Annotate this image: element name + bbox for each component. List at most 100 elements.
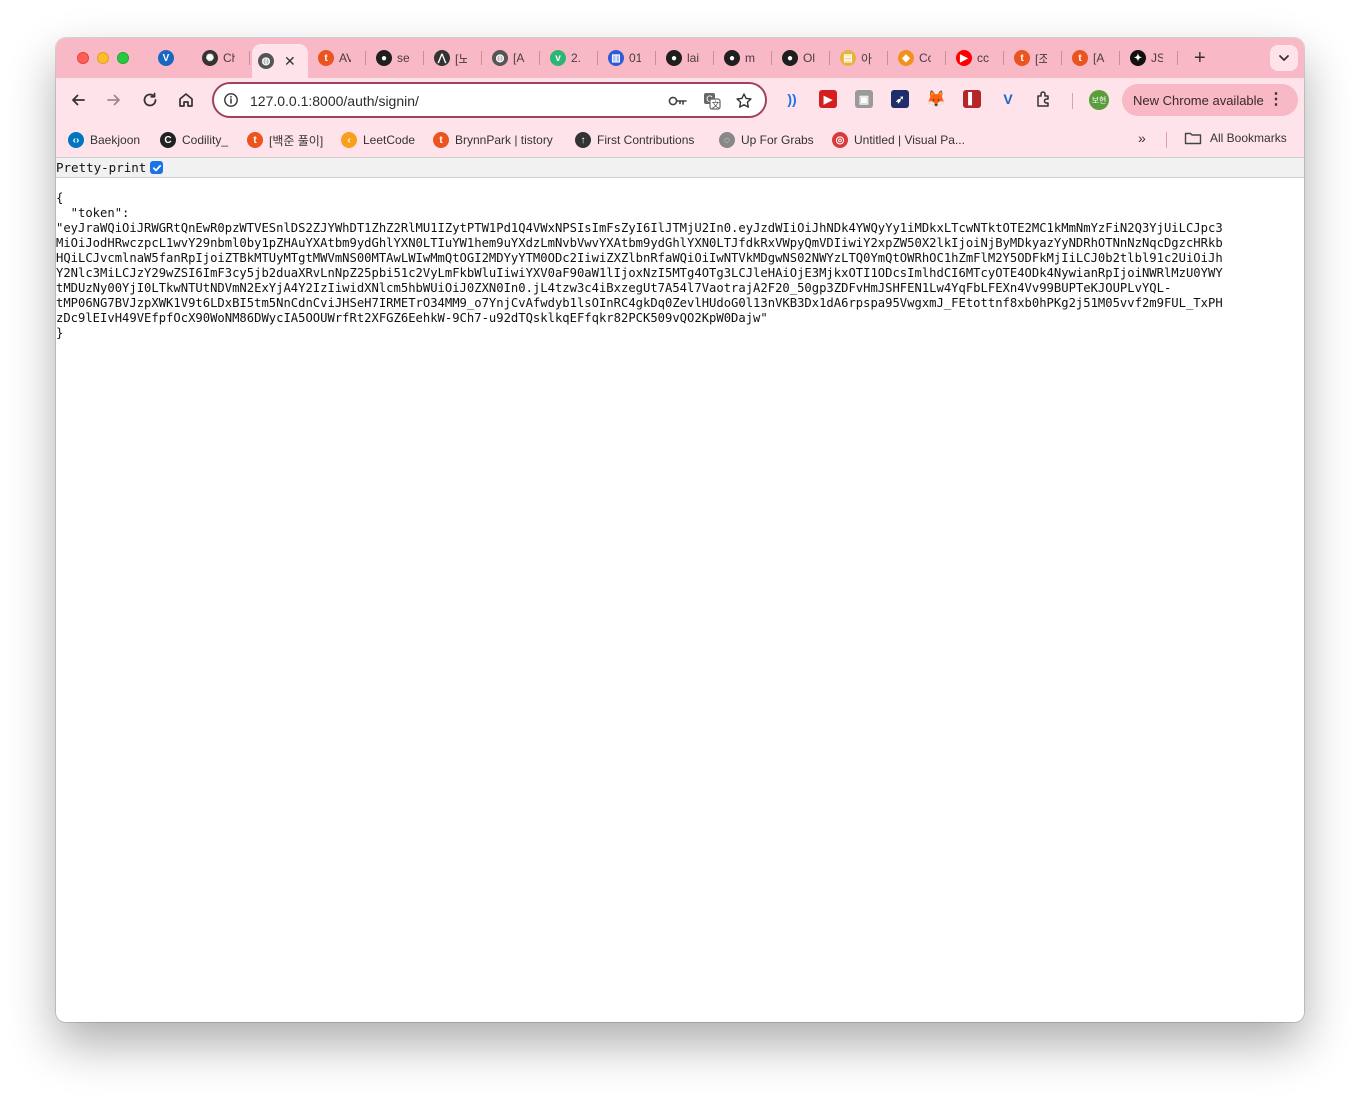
tab-title: se bbox=[397, 51, 409, 65]
close-tab-icon[interactable]: ✕ bbox=[284, 54, 296, 68]
svg-text:文: 文 bbox=[712, 99, 720, 109]
tistory-icon: t bbox=[318, 50, 334, 66]
new-chrome-available-button[interactable]: New Chrome available ⋮ bbox=[1122, 84, 1298, 116]
all-bookmarks-button[interactable]: All Bookmarks bbox=[1184, 131, 1287, 145]
home-button[interactable] bbox=[174, 88, 198, 112]
forward-button[interactable] bbox=[102, 88, 126, 112]
profile-card-extension-icon[interactable]: ▣ bbox=[855, 90, 873, 108]
json-line: } bbox=[56, 326, 64, 340]
bookmarks-bar: ‹› Baekjoon C Codility_ t [백준 풀이] ‹ LeetCode t Br… bbox=[56, 122, 1304, 158]
baekjoon-icon: ‹› bbox=[68, 132, 84, 148]
arrow-right-icon bbox=[107, 94, 120, 106]
minimize-window-button[interactable] bbox=[97, 52, 109, 64]
new-tab-button[interactable]: + bbox=[1194, 48, 1206, 68]
tab-separator bbox=[597, 51, 598, 65]
bookmark-item[interactable]: ‹› Baekjoon bbox=[68, 131, 140, 149]
bookmark-star-icon[interactable] bbox=[734, 91, 754, 111]
back-button[interactable] bbox=[66, 88, 90, 112]
translate-icon[interactable]: G文 bbox=[702, 91, 722, 111]
close-window-button[interactable] bbox=[77, 52, 89, 64]
site-info-icon[interactable] bbox=[223, 92, 239, 113]
tab-separator bbox=[945, 51, 946, 65]
tab[interactable]: ▥ 01 bbox=[602, 46, 656, 70]
bookmark-label: Untitled | Visual Pa... bbox=[854, 133, 965, 147]
profile-avatar[interactable]: 보현 bbox=[1089, 90, 1109, 110]
tab-separator bbox=[887, 51, 888, 65]
youtube-extension-icon[interactable]: ▶ bbox=[819, 90, 837, 108]
tab-separator bbox=[655, 51, 656, 65]
reload-button[interactable] bbox=[138, 88, 162, 112]
password-key-icon[interactable] bbox=[668, 91, 688, 111]
rocket-extension-icon[interactable]: ➶ bbox=[891, 90, 909, 108]
json-line: "token": bbox=[56, 206, 130, 220]
tistory-icon: t bbox=[433, 132, 449, 148]
browser-window: V✺Ch◍✕tAV●se⋀[노◍[Av2.▥01●lai●m●Ol▤아◆Cc▶c… bbox=[56, 38, 1304, 1022]
tree-icon: ⋀ bbox=[434, 50, 450, 66]
bookmark-item[interactable]: t [백준 풀이] bbox=[247, 131, 323, 149]
bookmark-item[interactable]: ↑ First Contributions bbox=[575, 131, 694, 149]
extensions-puzzle-icon[interactable] bbox=[1035, 90, 1053, 108]
github-icon: ● bbox=[376, 50, 392, 66]
url-text[interactable]: 127.0.0.1:8000/auth/signin/ bbox=[250, 93, 419, 109]
tab-title: 2. bbox=[571, 51, 582, 65]
chatgpt-icon: ✺ bbox=[202, 50, 218, 66]
tab[interactable]: ✦ JS bbox=[1124, 46, 1178, 70]
maximize-window-button[interactable] bbox=[117, 52, 129, 64]
tab-title: Cc bbox=[919, 51, 931, 65]
vuetify-icon: V bbox=[158, 50, 174, 66]
tab[interactable]: ◆ Cc bbox=[892, 46, 946, 70]
tab[interactable]: ⋀ [노 bbox=[428, 46, 482, 70]
tab[interactable]: ● lai bbox=[660, 46, 714, 70]
tab[interactable]: ✺ Ch bbox=[196, 46, 250, 70]
json-line: zDc9lEIvH49VEfpfOcX90WoNM86DWycIA5OOUWrf… bbox=[56, 311, 768, 325]
tab[interactable]: ● m bbox=[718, 46, 772, 70]
page-content: Pretty-print { "token": "eyJraWQiOiJRWGRt… bbox=[56, 158, 1304, 1022]
notes-icon: ▤ bbox=[840, 50, 856, 66]
book-extension-icon[interactable]: ▌ bbox=[963, 90, 981, 108]
tab-separator bbox=[829, 51, 830, 65]
bookmark-item[interactable]: ◎ Untitled | Visual Pa... bbox=[832, 131, 965, 149]
vuetify-extension-icon[interactable]: V bbox=[999, 90, 1017, 108]
tab[interactable]: ● Ol bbox=[776, 46, 830, 70]
tab-separator bbox=[539, 51, 540, 65]
github-icon: ● bbox=[666, 50, 682, 66]
tab-title: [조 bbox=[1035, 51, 1047, 66]
bookmark-item[interactable]: ◌ Up For Grabs bbox=[719, 131, 814, 149]
tab-separator bbox=[1003, 51, 1004, 65]
youtube-icon: ▶ bbox=[956, 50, 972, 66]
tab-search-button[interactable] bbox=[1270, 45, 1298, 71]
broadcast-extension-icon[interactable]: )) bbox=[783, 90, 801, 108]
tab-separator bbox=[713, 51, 714, 65]
tab-active[interactable]: ◍ ✕ bbox=[252, 44, 308, 78]
more-bookmarks-button[interactable]: » bbox=[1138, 130, 1146, 146]
book-icon: ▥ bbox=[608, 50, 624, 66]
tab[interactable]: ▶ cc bbox=[950, 46, 1004, 70]
pretty-print-bar: Pretty-print bbox=[56, 158, 1304, 178]
tab-separator bbox=[1177, 51, 1178, 65]
address-bar[interactable]: 127.0.0.1:8000/auth/signin/ G文 bbox=[212, 82, 767, 118]
more-menu-icon[interactable]: ⋮ bbox=[1268, 92, 1284, 108]
bookmark-label: Up For Grabs bbox=[741, 133, 814, 147]
tab[interactable]: t AV bbox=[312, 46, 366, 70]
tab[interactable]: ◍ [A bbox=[486, 46, 540, 70]
tab[interactable]: v 2. bbox=[544, 46, 598, 70]
tab-separator bbox=[249, 51, 250, 65]
tab-separator bbox=[423, 51, 424, 65]
bookmark-item[interactable]: C Codility_ bbox=[160, 131, 228, 149]
tab[interactable]: t [조 bbox=[1008, 46, 1062, 70]
visual-paradigm-icon: ◎ bbox=[832, 132, 848, 148]
pin-icon: ↑ bbox=[575, 132, 591, 148]
github-icon: ● bbox=[724, 50, 740, 66]
json-line: tMDUzNy00YjI0LTkwNTUtNDVmN2ExYjA4Y2IzIiw… bbox=[56, 281, 1172, 295]
vue-icon: v bbox=[550, 50, 566, 66]
tab[interactable]: t [A bbox=[1066, 46, 1120, 70]
metamask-extension-icon[interactable]: 🦊 bbox=[926, 90, 946, 108]
tab-title: [노 bbox=[455, 51, 467, 66]
tab[interactable]: ● se bbox=[370, 46, 424, 70]
tab-title: 아 bbox=[861, 51, 873, 66]
pretty-print-checkbox[interactable] bbox=[150, 161, 164, 174]
bookmark-item[interactable]: ‹ LeetCode bbox=[341, 131, 415, 149]
bookmark-item[interactable]: t BrynnPark | tistory bbox=[433, 131, 553, 149]
tab-separator bbox=[1119, 51, 1120, 65]
tab[interactable]: ▤ 아 bbox=[834, 46, 888, 70]
